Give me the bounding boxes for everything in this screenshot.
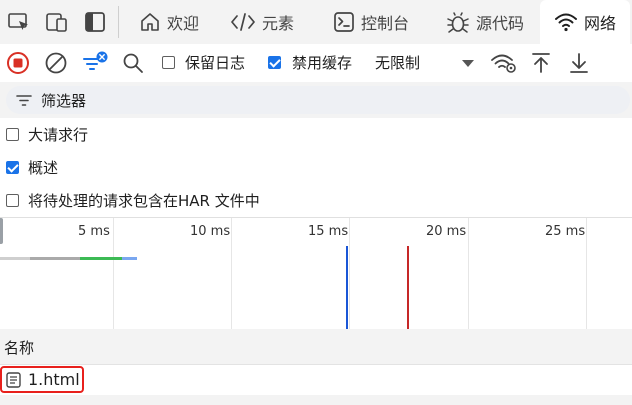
waterfall-queue-bar <box>0 257 30 260</box>
network-conditions-icon[interactable] <box>490 51 518 75</box>
tab-label: 控制台 <box>360 14 409 33</box>
load-event-marker <box>407 246 409 329</box>
clear-icon[interactable] <box>44 51 68 75</box>
option-label: 将待处理的请求包含在HAR 文件中 <box>28 192 260 210</box>
filter-settings-icon[interactable] <box>82 51 110 75</box>
code-icon <box>231 13 255 31</box>
throttling-select[interactable]: 无限制 <box>375 52 420 73</box>
dom-content-loaded-marker <box>346 246 348 329</box>
disable-cache-label: 禁用缓存 <box>292 54 353 72</box>
tab-network[interactable]: 网络 <box>540 0 630 44</box>
filter-label: 筛选器 <box>41 92 87 110</box>
timeline-overview[interactable]: 5 ms 10 ms 15 ms 20 ms 25 ms <box>0 217 632 330</box>
disable-cache-checkbox[interactable] <box>268 56 281 69</box>
home-icon <box>141 13 159 31</box>
overview-checkbox[interactable] <box>6 161 19 174</box>
overview-range-handle[interactable] <box>0 218 3 244</box>
search-icon[interactable] <box>121 51 145 75</box>
filter-input[interactable]: 筛选器 <box>6 86 630 114</box>
tick-label: 20 ms <box>426 224 467 239</box>
grid-line <box>349 218 350 329</box>
grid-line <box>113 218 114 329</box>
option-label: 概述 <box>28 159 59 177</box>
table-footer-strip <box>0 395 632 405</box>
option-large-request-rows[interactable]: 大请求行 <box>0 118 632 151</box>
tick-label: 10 ms <box>190 224 231 239</box>
grid-line <box>586 218 587 329</box>
toolbar-divider <box>118 6 119 38</box>
preserve-log-checkbox[interactable] <box>162 56 175 69</box>
tab-label: 元素 <box>261 14 294 33</box>
document-icon <box>6 372 21 388</box>
grid-line <box>468 218 469 329</box>
option-label: 大请求行 <box>28 126 89 144</box>
tab-label: 欢迎 <box>166 14 199 33</box>
export-har-icon[interactable] <box>567 51 591 75</box>
tab-console[interactable]: 控制台 <box>322 0 420 44</box>
table-row[interactable]: 1.html <box>0 365 632 395</box>
record-stop-icon[interactable] <box>6 51 30 75</box>
tick-label: 5 ms <box>78 224 110 239</box>
tick-label: 25 ms <box>545 224 586 239</box>
console-icon <box>334 12 354 32</box>
dock-side-icon[interactable] <box>82 9 108 35</box>
name-column-header[interactable]: 名称 <box>0 329 632 365</box>
tick-label: 15 ms <box>308 224 349 239</box>
tab-label: 源代码 <box>475 14 524 33</box>
waterfall-download-bar <box>80 257 122 260</box>
large-rows-checkbox[interactable] <box>6 128 19 141</box>
tab-label: 网络 <box>583 14 616 33</box>
file-name: 1.html <box>28 370 80 389</box>
preserve-log-label: 保留日志 <box>185 54 246 72</box>
tab-elements[interactable]: 元素 <box>218 0 306 44</box>
option-har-pending[interactable]: 将待处理的请求包含在HAR 文件中 <box>0 184 632 217</box>
wifi-icon <box>554 13 577 32</box>
filter-bar: 筛选器 <box>0 82 632 119</box>
inspect-element-icon[interactable] <box>6 9 32 35</box>
tab-welcome[interactable]: 欢迎 <box>128 0 210 44</box>
tab-sources[interactable]: 源代码 <box>436 0 534 44</box>
chevron-down-icon[interactable] <box>458 51 478 75</box>
option-overview[interactable]: 概述 <box>0 151 632 184</box>
import-har-icon[interactable] <box>529 51 553 75</box>
name-header-label: 名称 <box>4 339 35 357</box>
device-emulation-icon[interactable] <box>44 9 70 35</box>
bug-icon <box>447 12 469 33</box>
grid-line <box>231 218 232 329</box>
waterfall-request-bar <box>122 257 137 260</box>
filter-icon <box>16 95 32 106</box>
devtools-tabbar: 欢迎 元素 控制台 源代码 网络 <box>0 0 632 45</box>
network-toolbar: 保留日志 禁用缓存 无限制 <box>0 44 632 83</box>
har-pending-checkbox[interactable] <box>6 194 19 207</box>
waterfall-waiting-bar <box>30 257 80 260</box>
options-panel: 大请求行 概述 将待处理的请求包含在HAR 文件中 <box>0 118 632 217</box>
